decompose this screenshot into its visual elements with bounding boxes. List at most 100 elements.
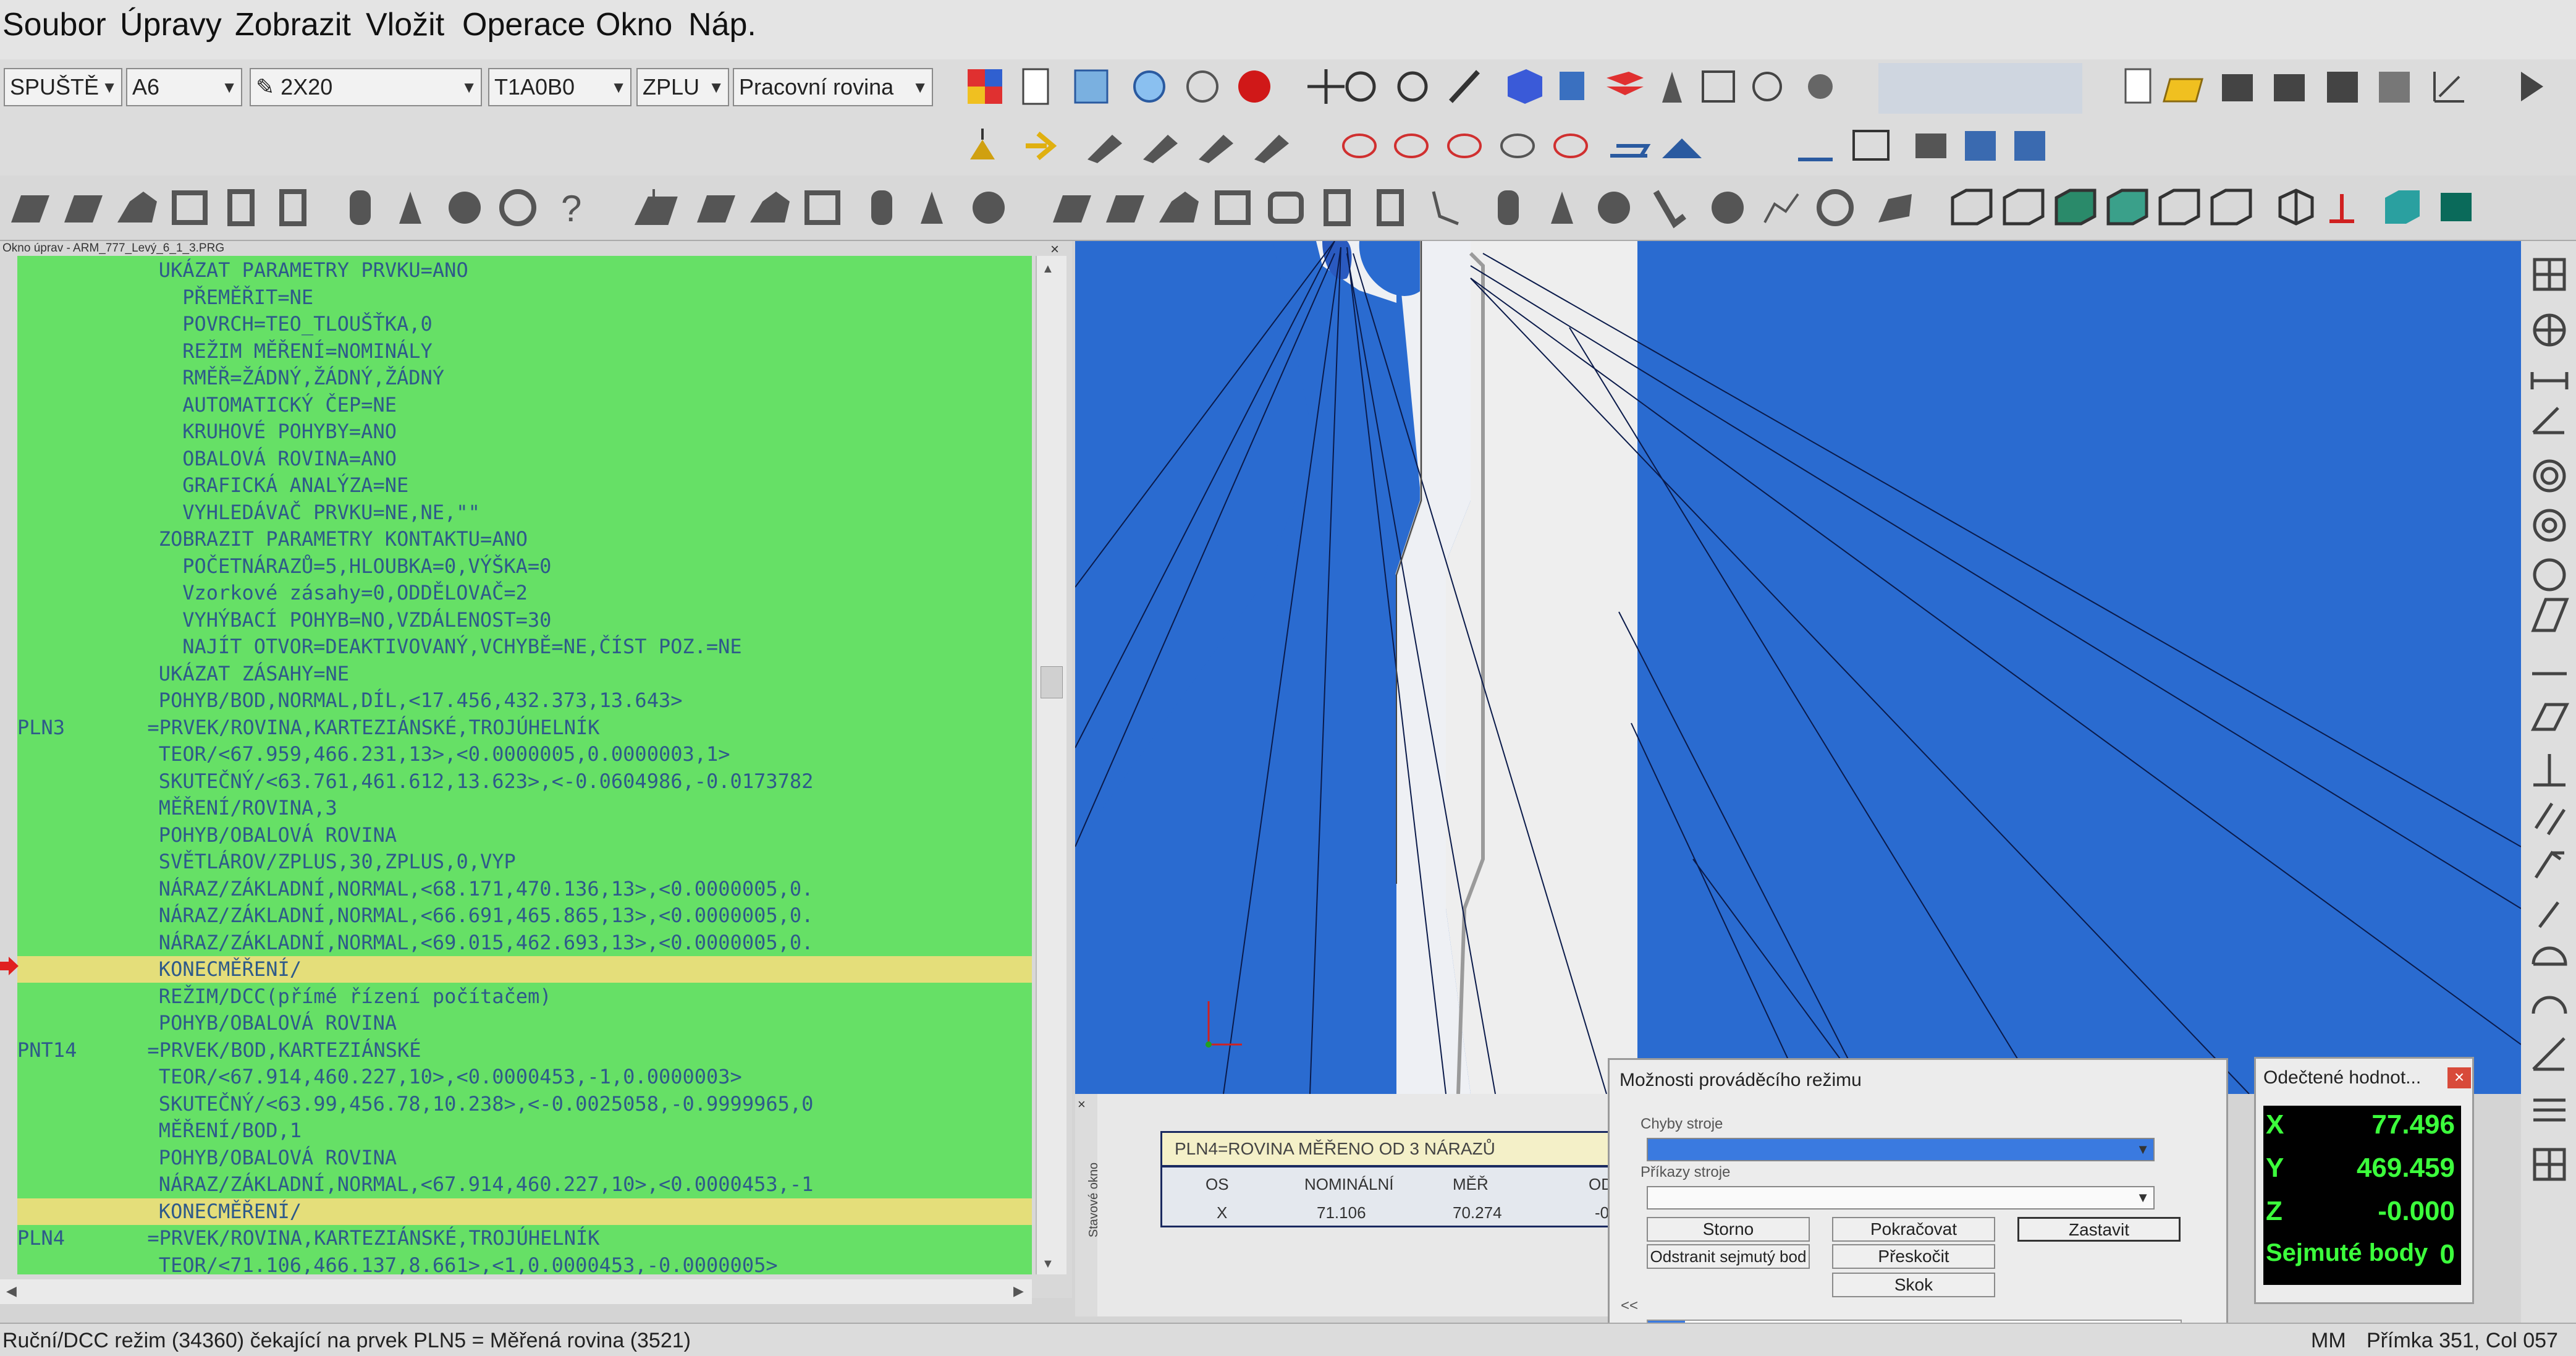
code-line[interactable]: TEOR/<67.959,466.231,13>,<0.0000005,0.00… <box>17 741 1032 768</box>
code-line[interactable]: UKÁZAT PARAMETRY PRVKU=ANO <box>17 257 1032 284</box>
code-line[interactable]: UKÁZAT ZÁSAHY=NE <box>17 661 1032 687</box>
commands-select[interactable]: ▼ <box>1647 1186 2155 1210</box>
code-line[interactable]: POVRCH=TEO_TLOUŠŤKA,0 <box>17 311 1032 337</box>
errors-select[interactable]: ▼ <box>1647 1138 2155 1161</box>
code-line[interactable]: MĚŘENÍ/ROVINA,3 <box>17 795 1032 821</box>
remove-point-button[interactable]: Odstranit sejmutý bod <box>1647 1244 1810 1269</box>
feature-label: PLN4 <box>17 1226 65 1250</box>
code-text: NÁRAZ/ZÁKLADNÍ,NORMAL,<67.914,460.227,10… <box>158 1172 814 1196</box>
dimension-icons[interactable] <box>2521 241 2576 1341</box>
code-text: NÁRAZ/ZÁKLADNÍ,NORMAL,<68.171,470.136,13… <box>158 876 814 900</box>
cancel-button[interactable]: Storno <box>1647 1217 1810 1242</box>
code-line[interactable]: POHYB/OBALOVÁ ROVINA <box>17 1145 1032 1171</box>
scroll-right-icon[interactable]: ▶ <box>1013 1283 1024 1299</box>
code-line[interactable]: KRUHOVÉ POHYBY=ANO <box>17 418 1032 445</box>
code-line[interactable]: REŽIM/DCC(přímé řízení počítačem) <box>17 983 1032 1010</box>
code-line[interactable]: POČETNÁRAZŮ=5,HLOUBKA=0,VÝŠKA=0 <box>17 553 1032 580</box>
graphics-view[interactable] <box>1075 241 2521 1094</box>
code-line[interactable]: MĚŘENÍ/BOD,1 <box>17 1117 1032 1144</box>
code-text: MĚŘENÍ/BOD,1 <box>158 1119 302 1142</box>
code-line[interactable]: KONECMĚŘENÍ/ <box>17 1198 1032 1225</box>
status-window: Stavové okno × PLN4=ROVINA MĚŘENO OD 3 N… <box>1075 1094 1631 1316</box>
code-line[interactable]: KONECMĚŘENÍ/ <box>17 956 1032 983</box>
menu-upravy[interactable]: Úpravy <box>120 6 222 43</box>
angle-combo[interactable]: T1A0B0 ▼ <box>488 68 631 106</box>
code-text: RMĚŘ=ŽÁDNÝ,ŽÁDNÝ,ŽÁDNÝ <box>182 366 445 389</box>
continue-button[interactable]: Pokračovat <box>1832 1217 1995 1242</box>
code-line[interactable]: NÁRAZ/ZÁKLADNÍ,NORMAL,<67.914,460.227,10… <box>17 1171 1032 1198</box>
scroll-down-icon[interactable]: ▼ <box>1042 1257 1054 1271</box>
code-text: KRUHOVÉ POHYBY=ANO <box>182 420 397 443</box>
horizontal-scrollbar[interactable]: ◀ ▶ <box>0 1279 1032 1304</box>
menu-soubor[interactable]: Soubor <box>2 6 106 43</box>
toolbar-operation-icons[interactable] <box>964 125 2076 168</box>
points-label: Sejmuté body <box>2266 1239 2428 1266</box>
mode-combo[interactable]: SPUŠTĚ ▼ <box>4 68 122 106</box>
code-text: NÁRAZ/ZÁKLADNÍ,NORMAL,<69.015,462.693,13… <box>158 930 814 954</box>
code-line[interactable]: NÁRAZ/ZÁKLADNÍ,NORMAL,<68.171,470.136,13… <box>17 876 1032 902</box>
scroll-thumb[interactable] <box>1041 666 1063 698</box>
code-line[interactable]: POHYB/OBALOVÁ ROVINA <box>17 822 1032 849</box>
code-line[interactable]: GRAFICKÁ ANALÝZA=NE <box>17 472 1032 499</box>
code-area[interactable]: UKÁZAT PARAMETRY PRVKU=ANO PŘEMĚŘIT=NE POV… <box>17 256 1032 1274</box>
toolbar-file-icons[interactable] <box>2101 66 2570 109</box>
code-text: POVRCH=TEO_TLOUŠŤKA,0 <box>182 312 433 336</box>
workplane-combo[interactable]: Pracovní rovina ▼ <box>733 68 933 106</box>
code-line[interactable]: NÁRAZ/ZÁKLADNÍ,NORMAL,<69.015,462.693,13… <box>17 930 1032 956</box>
x-label: X <box>2266 1109 2284 1140</box>
tip-combo[interactable]: A6 ▼ <box>126 68 242 106</box>
menu-vlozit[interactable]: Vložit <box>366 6 444 43</box>
code-text: Vzorkové zásahy=0,ODDĚLOVAČ=2 <box>182 581 528 604</box>
menu-napoveda[interactable]: Náp. <box>688 6 756 43</box>
code-line[interactable]: VYHLEDÁVAČ PRVKU=NE,NE,"" <box>17 499 1032 526</box>
z-value: -0.000 <box>2378 1196 2455 1226</box>
code-line-pln4[interactable]: PLN4 =PRVEK/ROVINA,KARTEZIÁNSKÉ,TROJÚHELN… <box>17 1225 1032 1252</box>
stop-button[interactable]: Zastavit <box>2017 1217 2181 1242</box>
close-icon[interactable]: × <box>2447 1067 2471 1088</box>
skip-button[interactable]: Přeskočit <box>1832 1244 1995 1269</box>
readout-display: X 77.496 Y 469.459 Z -0.000 Sejmuté body… <box>2263 1106 2461 1285</box>
angle-combo-value: T1A0B0 <box>494 74 575 100</box>
code-line[interactable]: PŘEMĚŘIT=NE <box>17 284 1032 311</box>
edit-window: Okno úprav - ARM_777_Levý_6_1_3.PRG × UK… <box>0 241 1072 1304</box>
col-header: MĚŘ <box>1453 1175 1489 1193</box>
code-line[interactable]: RMĚŘ=ŽÁDNÝ,ŽÁDNÝ,ŽÁDNÝ <box>17 365 1032 391</box>
toolbar-view-icons[interactable] <box>964 66 1891 109</box>
status-table: OS NOMINÁLNÍ MĚŘ ODC X 71.106 70.274 -0.… <box>1160 1166 1631 1227</box>
probe-combo[interactable]: ✎ 2X20 ▼ <box>250 68 482 106</box>
toolbar-settings: SPUŠTĚ ▼ A6 ▼ ✎ 2X20 ▼ T1A0B0 ▼ ZPLU ▼ Pracov… <box>0 59 2576 116</box>
jump-button[interactable]: Skok <box>1832 1273 1995 1297</box>
code-line[interactable]: NAJÍT OTVOR=DEAKTIVOVANÝ,VCHYBĚ=NE,ČÍST … <box>17 634 1032 660</box>
code-line[interactable]: Vzorkové zásahy=0,ODDĚLOVAČ=2 <box>17 580 1032 606</box>
toolbar-feature-icons[interactable]: ? <box>6 185 2502 232</box>
current-line-arrow-icon <box>0 957 19 975</box>
collapse-button[interactable]: << <box>1621 1297 1638 1315</box>
code-line[interactable]: OBALOVÁ ROVINA=ANO <box>17 446 1032 472</box>
code-line[interactable]: TEOR/<67.914,460.227,10>,<0.0000453,-1,0… <box>17 1064 1032 1090</box>
code-line[interactable]: TEOR/<71.106,466.137,8.661>,<1,0.0000453… <box>17 1252 1032 1275</box>
code-line[interactable]: SVĚTLÁROV/ZPLUS,30,ZPLUS,0,VYP <box>17 849 1032 875</box>
code-line[interactable]: POHYB/BOD,NORMAL,DÍL,<17.456,432.373,13.… <box>17 687 1032 714</box>
close-icon[interactable]: × <box>1078 1096 1086 1112</box>
code-line[interactable]: NÁRAZ/ZÁKLADNÍ,NORMAL,<66.691,465.865,13… <box>17 902 1032 929</box>
menu-operace[interactable]: Operace <box>462 6 585 43</box>
menu-okno[interactable]: Okno <box>596 6 672 43</box>
code-line[interactable]: SKUTEČNÝ/<63.761,461.612,13.623>,<-0.060… <box>17 768 1032 795</box>
code-text: ZOBRAZIT PARAMETRY KONTAKTU=ANO <box>158 527 528 551</box>
code-line[interactable]: POHYB/OBALOVÁ ROVINA <box>17 1010 1032 1036</box>
code-line[interactable]: ZOBRAZIT PARAMETRY KONTAKTU=ANO <box>17 526 1032 553</box>
part-model <box>1075 241 2521 1094</box>
code-line-pln3[interactable]: PLN3 =PRVEK/ROVINA,KARTEZIÁNSKÉ,TROJÚHELN… <box>17 714 1032 741</box>
scroll-up-icon[interactable]: ▲ <box>1042 262 1054 276</box>
code-line-pnt14[interactable]: PNT14 =PRVEK/BOD,KARTEZIÁNSKÉ <box>17 1037 1032 1064</box>
code-line[interactable]: VYHÝBACÍ POHYB=NO,VZDÁLENOST=30 <box>17 607 1032 634</box>
code-line[interactable]: REŽIM MĚŘENÍ=NOMINÁLY <box>17 338 1032 365</box>
vertical-scrollbar[interactable]: ▲ ▼ <box>1036 256 1066 1274</box>
menu-zobrazit[interactable]: Zobrazit <box>235 6 351 43</box>
scroll-left-icon[interactable]: ◀ <box>6 1283 17 1299</box>
code-text: SVĚTLÁROV/ZPLUS,30,ZPLUS,0,VYP <box>158 850 516 873</box>
axis-combo[interactable]: ZPLU ▼ <box>636 68 729 106</box>
code-line[interactable]: SKUTEČNÝ/<63.99,456.78,10.238>,<-0.00250… <box>17 1091 1032 1117</box>
y-value: 469.459 <box>2356 1153 2455 1183</box>
code-line[interactable]: AUTOMATICKÝ ČEP=NE <box>17 392 1032 418</box>
